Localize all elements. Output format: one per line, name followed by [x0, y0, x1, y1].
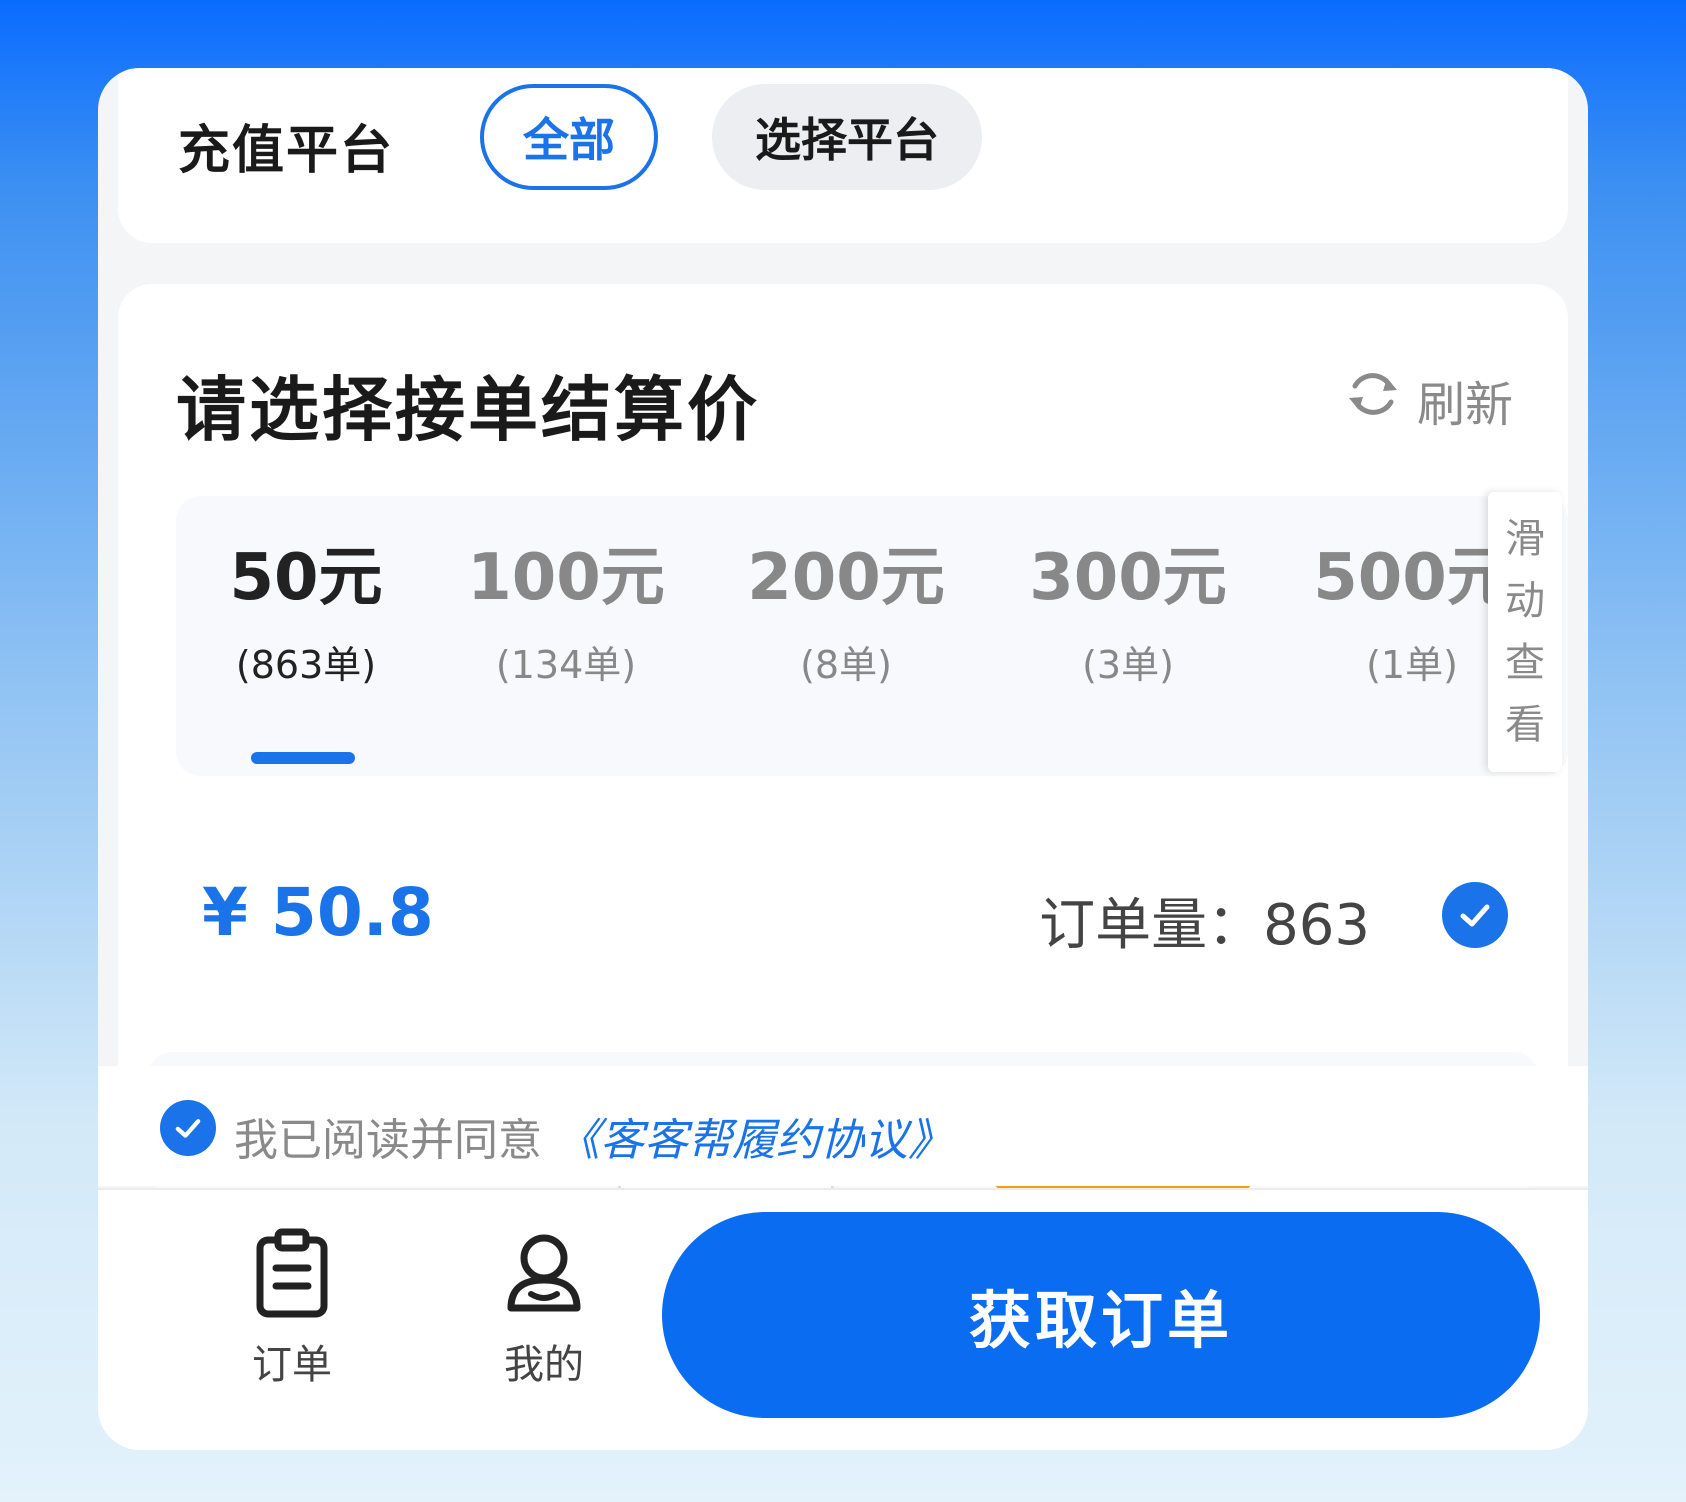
- price-tab-count: (8单): [800, 643, 892, 687]
- price-tab-count: (3单): [1082, 643, 1174, 687]
- agreement-text: 我已阅读并同意 《客客帮履约协议》: [234, 1104, 952, 1168]
- scroll-hint-char: 查: [1505, 640, 1545, 686]
- agreement-link[interactable]: 《客客帮履约协议》: [556, 1115, 952, 1166]
- platform-chip-all[interactable]: 全部: [480, 84, 658, 190]
- selected-price-row[interactable]: ¥ 50.8 订单量：863: [176, 874, 1510, 958]
- selected-price: ¥ 50.8: [202, 874, 434, 951]
- agreement-label: 我已阅读并同意: [234, 1115, 542, 1166]
- refresh-label: 刷新: [1416, 377, 1513, 433]
- platform-chip-select[interactable]: 选择平台: [712, 84, 982, 190]
- platform-title: 充值平台: [178, 121, 395, 181]
- scroll-hint-char: 滑: [1505, 516, 1545, 562]
- nav-orders-label: 订单: [252, 1342, 332, 1388]
- price-tab-amount: 100元: [467, 541, 665, 615]
- price-tab-count: (863单): [235, 643, 377, 687]
- scroll-hint-char: 动: [1505, 578, 1545, 624]
- refresh-button[interactable]: 刷新: [1343, 364, 1513, 436]
- scroll-hint[interactable]: 滑 动 查 看: [1488, 492, 1562, 772]
- platform-filter-card: 充值平台 全部 选择平台: [118, 68, 1568, 243]
- price-tab-200[interactable]: 200元 (8单): [716, 526, 976, 689]
- price-tab-count: (134单): [495, 643, 637, 687]
- price-tab-amount: 50元: [229, 541, 383, 615]
- agreement-bar: 我已阅读并同意 《客客帮履约协议》: [98, 1066, 1588, 1186]
- clipboard-icon: [252, 1228, 332, 1322]
- scroll-hint-char: 看: [1505, 702, 1545, 748]
- price-tab-50[interactable]: 50元 (863单): [176, 526, 436, 689]
- price-tabs: 50元 (863单) 100元 (134单) 200元 (8单) 300元 (3…: [176, 496, 1568, 776]
- active-tab-indicator: [251, 752, 355, 764]
- price-tab-amount: 300元: [1029, 541, 1227, 615]
- bottom-nav: 订单 我的 获取订单: [98, 1188, 1588, 1450]
- nav-mine-label: 我的: [504, 1342, 584, 1388]
- check-icon[interactable]: [1442, 882, 1508, 948]
- price-tab-amount: 200元: [747, 541, 945, 615]
- price-selection-card: 请选择接单结算价 刷新 50元 (863单) 100元 (134单) 200元 …: [118, 284, 1568, 1204]
- refresh-icon: [1343, 364, 1403, 436]
- nav-item-orders[interactable]: 订单: [232, 1228, 352, 1390]
- nav-item-mine[interactable]: 我的: [484, 1228, 604, 1390]
- app-screen: 充值平台 全部 选择平台 请选择接单结算价 刷新 50元 (863单) 100元…: [98, 68, 1588, 1450]
- price-tab-300[interactable]: 300元 (3单): [998, 526, 1258, 689]
- price-tab-100[interactable]: 100元 (134单): [436, 526, 696, 689]
- get-order-button[interactable]: 获取订单: [662, 1212, 1540, 1418]
- user-icon: [499, 1234, 589, 1322]
- price-section-title: 请选择接单结算价: [176, 369, 760, 451]
- order-quantity: 订单量：863: [1039, 893, 1370, 958]
- agreement-checkbox[interactable]: [160, 1100, 216, 1156]
